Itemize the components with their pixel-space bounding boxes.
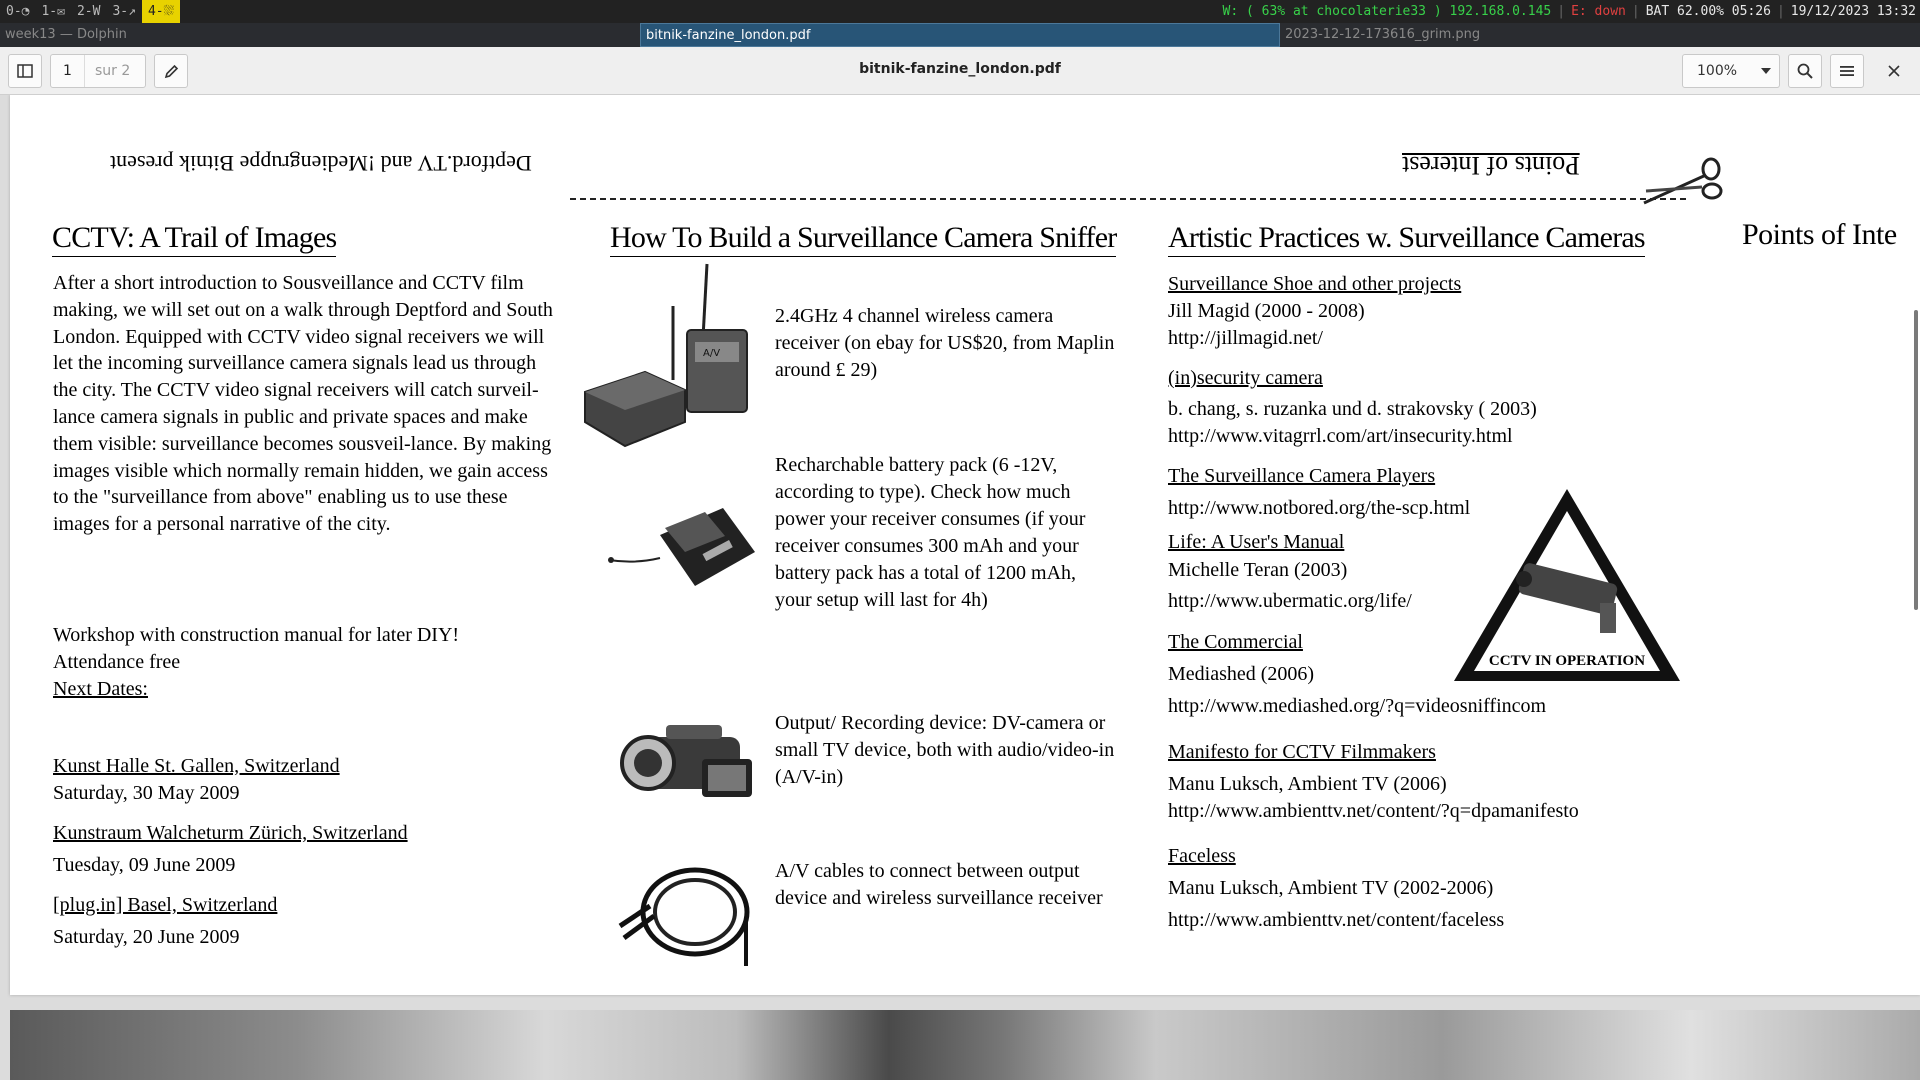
flipped-credit-text: Deptford.TV and !Mediengruppe Bitnik pre… [110,151,532,176]
project-url: http://www.notbored.org/the-scp.html [1168,497,1471,519]
page-number-input[interactable]: 1 [51,55,85,87]
hamburger-icon [1840,66,1854,76]
search-button[interactable] [1788,54,1822,88]
project-url: http://www.ambienttv.net/content/?q=dpam… [1168,800,1579,822]
sidebar-icon [17,64,33,78]
svg-text:A/V: A/V [703,348,720,359]
project-url: http://www.vitagrrl.com/art/insecurity.h… [1168,425,1513,447]
project-title-6: Manifesto for CCTV Filmmakers [1168,741,1436,763]
workspace-2[interactable]: 2-W [71,0,106,23]
window-tab-pdf[interactable]: bitnik-fanzine_london.pdf [640,23,1280,47]
heading-points-of-interest: Points of Inte [1742,218,1897,251]
date-day-3: Saturday, 20 June 2009 [53,926,240,948]
close-button[interactable] [1874,54,1914,88]
cables-description: A/V cables to connect between output dev… [775,860,1103,909]
wireless-receiver-image: A/V [584,263,748,448]
project-title-1: Surveillance Shoe and other projects [1168,273,1462,295]
date-venue-2: Kunstraum Walcheturm Zürich, Switzerland [53,822,408,844]
sidebar-toggle-button[interactable] [8,54,42,88]
project-line: Mediashed (2006) [1168,663,1315,685]
page-navigator[interactable]: 1 sur 2 [50,54,146,88]
next-dates-label: Next Dates: [53,678,148,700]
document-title: bitnik-fanzine_london.pdf [859,61,1061,77]
window-tab-image[interactable]: 2023-12-12-173616_grim.png [1280,23,1920,47]
project-url: http://jillmagid.net/ [1168,327,1323,349]
viewer-toolbar: 1 sur 2 bitnik-fanzine_london.pdf 100% [0,47,1920,95]
camcorder-image [620,725,752,797]
scissors-icon [1643,157,1723,205]
workspace-1[interactable]: 1-✉ [35,0,70,23]
flipped-heading: Points of Interest [1402,151,1580,180]
status-indicators: W: ( 63% at chocolaterie33 ) 192.168.0.1… [1222,4,1916,19]
cctv-warning-sign: CCTV IN OPERATION [1454,489,1680,681]
zoom-select[interactable]: 100% [1682,54,1780,88]
page-total-label: sur 2 [95,63,131,79]
project-url: http://www.ubermatic.org/life/ [1168,590,1412,612]
status-bar: 0-◔ 1-✉ 2-W 3-↗ 4-⛆ W: ( 63% at chocolat… [0,0,1920,23]
sign-text: CCTV IN OPERATION [1489,653,1645,669]
window-tab-bar: week13 — Dolphin bitnik-fanzine_london.p… [0,23,1920,47]
project-line: Michelle Teran (2003) [1168,559,1348,581]
heading-cctv-trail: CCTV: A Trail of Images [52,220,337,257]
pencil-icon [164,64,178,78]
search-icon [1797,63,1813,79]
project-title-2: (in)security camera [1168,367,1323,389]
document-viewer[interactable]: Deptford.TV and !Mediengruppe Bitnik pre… [0,95,1920,1080]
zoom-value: 100% [1697,63,1738,79]
project-title-7: Faceless [1168,845,1236,867]
project-title-3: The Surveillance Camera Players [1168,465,1436,487]
av-cables-image [618,867,750,966]
project-line: b. chang, s. ruzanka und d. strakovsky (… [1168,398,1537,420]
workshop-note: Workshop with construction manual for la… [53,624,460,673]
date-venue-1: Kunst Halle St. Gallen, Switzerland [53,755,340,777]
project-line: Manu Luksch, Ambient TV (2006) [1168,773,1447,795]
intro-paragraph: After a short introduction to Sousveilla… [53,272,553,536]
annotate-button[interactable] [154,54,188,88]
date-day-1: Saturday, 30 May 2009 [53,782,240,804]
ethernet-status: E: down [1571,4,1626,19]
battery-pack-image [608,508,755,586]
output-device-description: Output/ Recording device: DV-camera or s… [775,712,1115,788]
receiver-description: 2.4GHz 4 channel wireless camera receive… [775,305,1115,381]
project-line: Jill Magid (2000 - 2008) [1168,300,1365,322]
workspace-0[interactable]: 0-◔ [0,0,35,23]
date-day-2: Tuesday, 09 June 2009 [53,854,236,876]
close-icon [1888,65,1900,77]
project-url: http://www.ambienttv.net/content/faceles… [1168,909,1505,931]
cut-line [570,198,1686,200]
clock: 19/12/2023 13:32 [1790,4,1916,19]
pdf-page-1: Deptford.TV and !Mediengruppe Bitnik pre… [10,95,1920,995]
battery-status: BAT 62.00% 05:26 [1645,4,1771,19]
pdf-page-2 [10,1010,1920,1080]
date-venue-3: [plug.in] Basel, Switzerland [53,894,278,916]
heading-sniffer: How To Build a Surveillance Camera Sniff… [610,220,1117,257]
scrollbar[interactable] [1914,310,1918,610]
window-tab-dolphin[interactable]: week13 — Dolphin [0,23,640,47]
project-title-5: The Commercial [1168,631,1303,653]
project-title-4: Life: A User's Manual [1168,531,1345,553]
workspace-4[interactable]: 4-⛆ [141,0,180,23]
project-line: Manu Luksch, Ambient TV (2002-2006) [1168,877,1494,899]
heading-artistic-practices: Artistic Practices w. Surveillance Camer… [1168,220,1646,257]
chevron-down-icon [1761,68,1771,74]
workspace-3[interactable]: 3-↗ [106,0,141,23]
battery-description: Recharchable battery pack (6 -12V, accor… [775,454,1086,611]
project-url: http://www.mediashed.org/?q=videosniffin… [1168,695,1547,717]
wifi-status: W: ( 63% at chocolaterie33 ) 192.168.0.1… [1222,4,1552,19]
menu-button[interactable] [1830,54,1864,88]
